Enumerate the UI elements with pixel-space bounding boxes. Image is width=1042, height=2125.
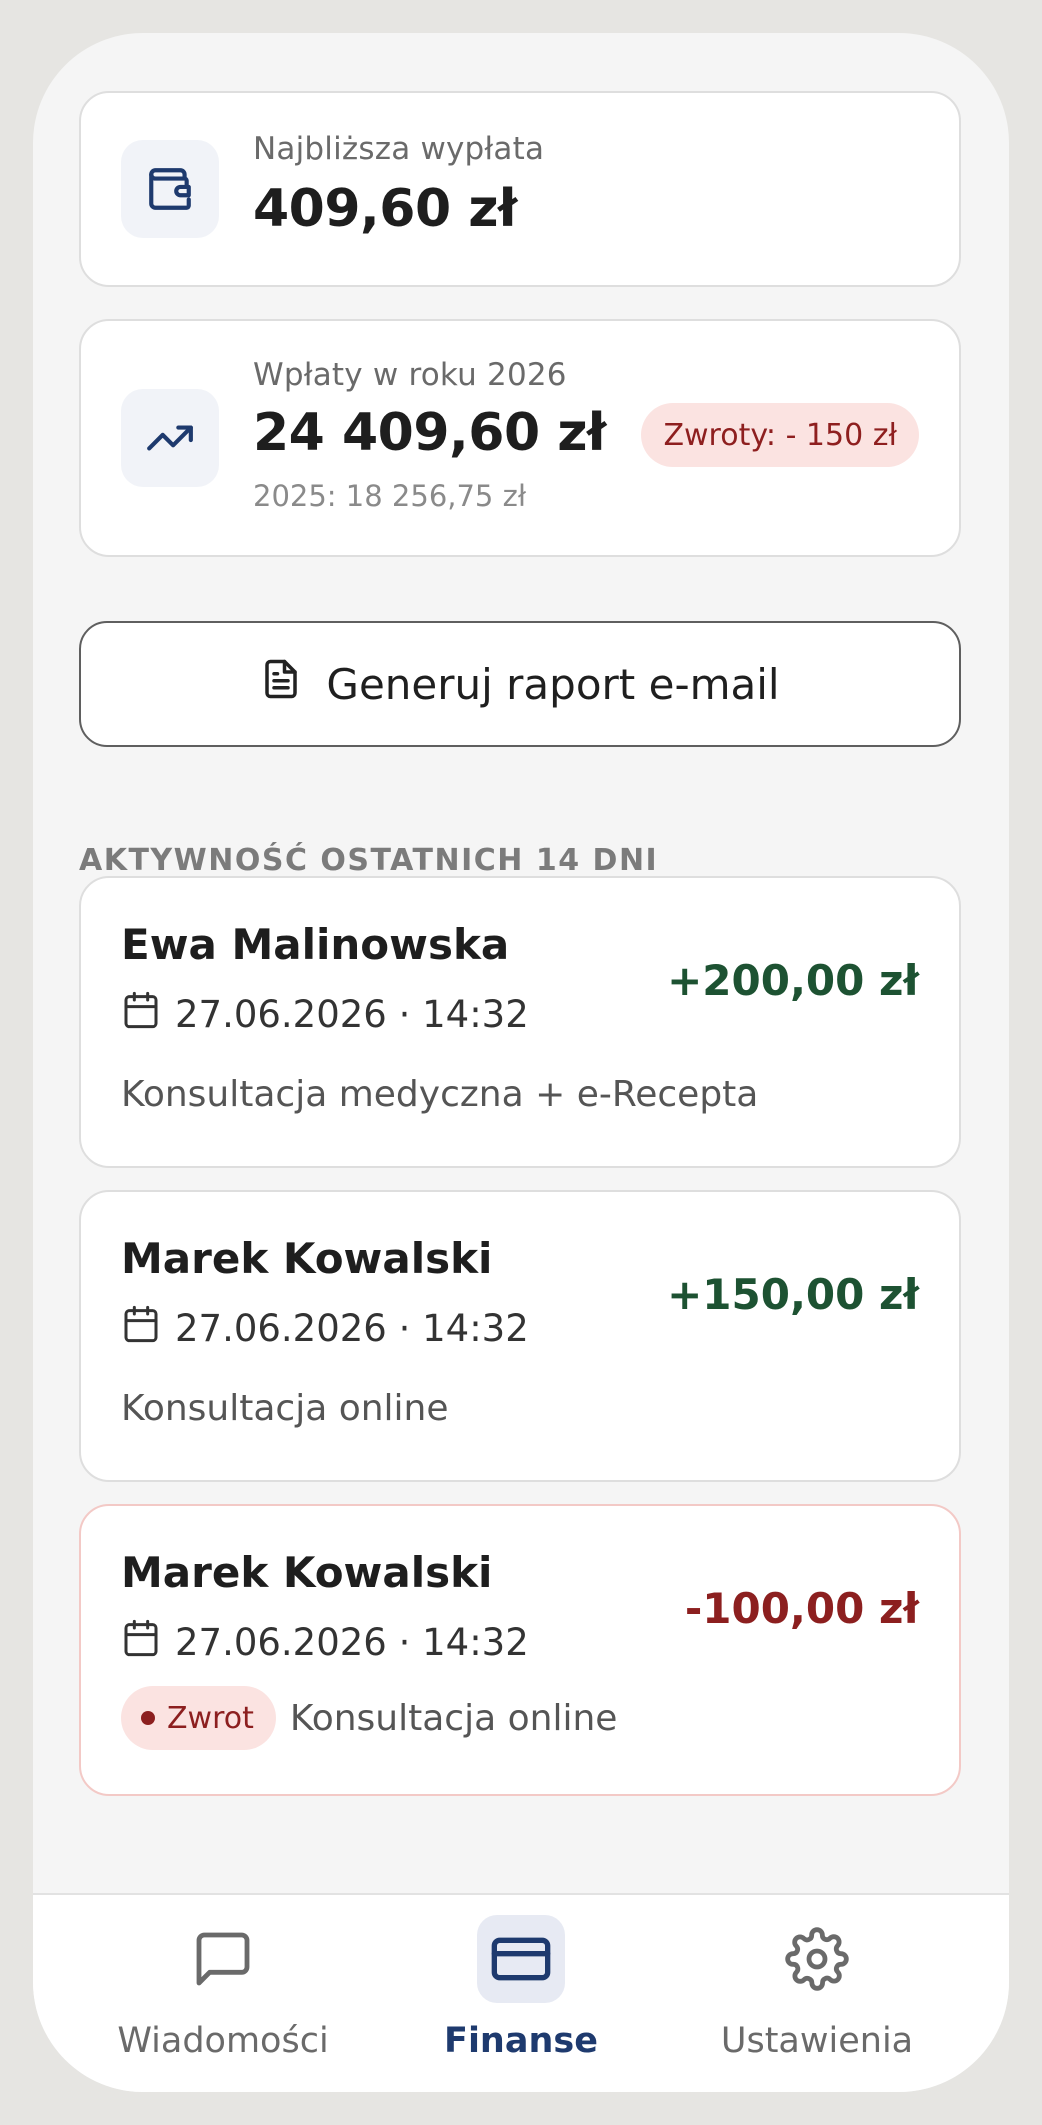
transaction-amount: +150,00 zł xyxy=(667,1270,919,1319)
transaction-details: Zwrot Konsultacja online xyxy=(121,1686,617,1750)
tab-settings[interactable]: Ustawienia xyxy=(667,1895,967,2092)
transaction-card[interactable]: Marek Kowalski 27.06.2026 · 14:32 Konsul… xyxy=(79,1190,961,1482)
transaction-date: 27.06.2026 · 14:32 xyxy=(121,1618,529,1667)
calendar-icon xyxy=(121,1618,161,1667)
transaction-datetime: 27.06.2026 · 14:32 xyxy=(175,1621,529,1664)
transaction-date: 27.06.2026 · 14:32 xyxy=(121,1304,529,1353)
generate-report-label: Generuj raport e-mail xyxy=(326,659,780,709)
tab-messages-label: Wiadomości xyxy=(117,2021,329,2061)
calendar-icon xyxy=(121,1304,161,1353)
document-icon xyxy=(260,658,302,710)
generate-report-button[interactable]: Generuj raport e-mail xyxy=(79,621,961,747)
tab-finances[interactable]: Finanse xyxy=(371,1895,671,2092)
gear-icon xyxy=(773,1915,861,2003)
client-name: Ewa Malinowska xyxy=(121,920,510,969)
trending-up-icon xyxy=(121,389,219,487)
client-name: Marek Kowalski xyxy=(121,1548,493,1597)
activity-section-title: AKTYWNOŚĆ OSTATNICH 14 DNI xyxy=(79,843,659,878)
tab-messages[interactable]: Wiadomości xyxy=(73,1895,373,2092)
phone-screen: Najbliższa wypłata 409,60 zł Wpłaty w ro… xyxy=(33,33,1009,2092)
transaction-date: 27.06.2026 · 14:32 xyxy=(121,990,529,1039)
chat-icon xyxy=(179,1915,267,2003)
transaction-description: Konsultacja online xyxy=(121,1388,449,1429)
payout-label: Najbliższa wypłata xyxy=(253,131,545,167)
card-icon xyxy=(477,1915,565,2003)
next-payout-card[interactable]: Najbliższa wypłata 409,60 zł xyxy=(79,91,961,287)
bottom-tab-bar: Wiadomości Finanse Ustawienia xyxy=(33,1893,1009,2092)
wallet-icon xyxy=(121,140,219,238)
yearly-income-card[interactable]: Wpłaty w roku 2026 24 409,60 zł 2025: 18… xyxy=(79,319,961,557)
refund-badge-label: Zwrot xyxy=(167,1700,254,1736)
tab-settings-label: Ustawienia xyxy=(720,2021,914,2061)
transaction-amount: -100,00 zł xyxy=(684,1584,919,1633)
transaction-datetime: 27.06.2026 · 14:32 xyxy=(175,1307,529,1350)
previous-year-total: 2025: 18 256,75 zł xyxy=(253,479,527,513)
income-amount: 24 409,60 zł xyxy=(253,403,606,463)
status-dot xyxy=(141,1711,155,1725)
transaction-description: Konsultacja online xyxy=(289,1697,618,1739)
refunds-badge: Zwroty: - 150 zł xyxy=(641,403,919,467)
refund-badge: Zwrot xyxy=(121,1686,276,1750)
transaction-datetime: 27.06.2026 · 14:32 xyxy=(175,993,529,1036)
payout-amount: 409,60 zł xyxy=(253,179,517,239)
transaction-amount: +200,00 zł xyxy=(667,956,919,1005)
transaction-card[interactable]: Ewa Malinowska 27.06.2026 · 14:32 Konsul… xyxy=(79,876,961,1168)
client-name: Marek Kowalski xyxy=(121,1234,493,1283)
income-label: Wpłaty w roku 2026 xyxy=(253,357,567,393)
refund-transaction-card[interactable]: Marek Kowalski 27.06.2026 · 14:32 Zwrot … xyxy=(79,1504,961,1796)
calendar-icon xyxy=(121,990,161,1039)
transaction-description: Konsultacja medyczna + e-Recepta xyxy=(121,1074,759,1115)
tab-finances-label: Finanse xyxy=(444,2021,598,2061)
